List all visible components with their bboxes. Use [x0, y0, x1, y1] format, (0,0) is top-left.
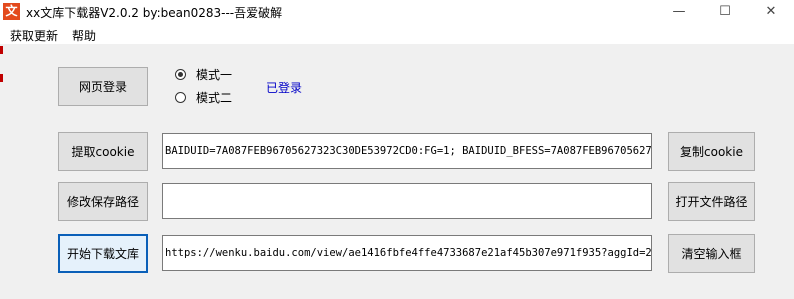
cookie-field[interactable]: BAIDUID=7A087FEB96705627323C30DE53972CD0…	[162, 133, 652, 169]
copy-cookie-button[interactable]: 复制cookie	[668, 132, 755, 171]
menu-item-help[interactable]: 帮助	[72, 27, 96, 44]
radio-mode-2-label: 模式二	[196, 91, 233, 105]
radio-mode-2[interactable]: 模式二	[175, 89, 232, 106]
app-icon: 文	[3, 3, 20, 20]
edge-marker	[0, 74, 3, 82]
client-area: 网页登录 模式一 模式二 已登录 提取cookie BAIDUID=7A087F…	[0, 44, 794, 299]
open-file-path-button[interactable]: 打开文件路径	[668, 182, 755, 221]
radio-checked-icon	[175, 69, 186, 80]
web-login-button[interactable]: 网页登录	[58, 67, 148, 106]
minimize-icon[interactable]: —	[656, 0, 702, 24]
radio-mode-1[interactable]: 模式一	[175, 66, 232, 83]
extract-cookie-button[interactable]: 提取cookie	[58, 132, 148, 171]
title-bar: 文 xx文库下载器V2.0.2 by:bean0283---吾爱破解 — ☐ ✕	[0, 0, 794, 24]
close-icon[interactable]: ✕	[748, 0, 794, 24]
edge-marker	[0, 46, 3, 54]
clear-input-button[interactable]: 清空输入框	[668, 234, 755, 273]
maximize-icon[interactable]: ☐	[702, 0, 748, 24]
url-input[interactable]: https://wenku.baidu.com/view/ae1416fbfe4…	[162, 235, 652, 271]
menu-item-check-update[interactable]: 获取更新	[10, 27, 58, 44]
save-path-field[interactable]	[162, 183, 652, 219]
menu-bar: 获取更新 帮助	[0, 24, 794, 44]
radio-mode-1-label: 模式一	[196, 68, 233, 82]
radio-unchecked-icon	[175, 92, 186, 103]
start-download-button[interactable]: 开始下载文库	[58, 234, 148, 273]
login-status: 已登录	[266, 81, 303, 95]
window-title: xx文库下载器V2.0.2 by:bean0283---吾爱破解	[26, 6, 283, 20]
change-save-path-button[interactable]: 修改保存路径	[58, 182, 148, 221]
